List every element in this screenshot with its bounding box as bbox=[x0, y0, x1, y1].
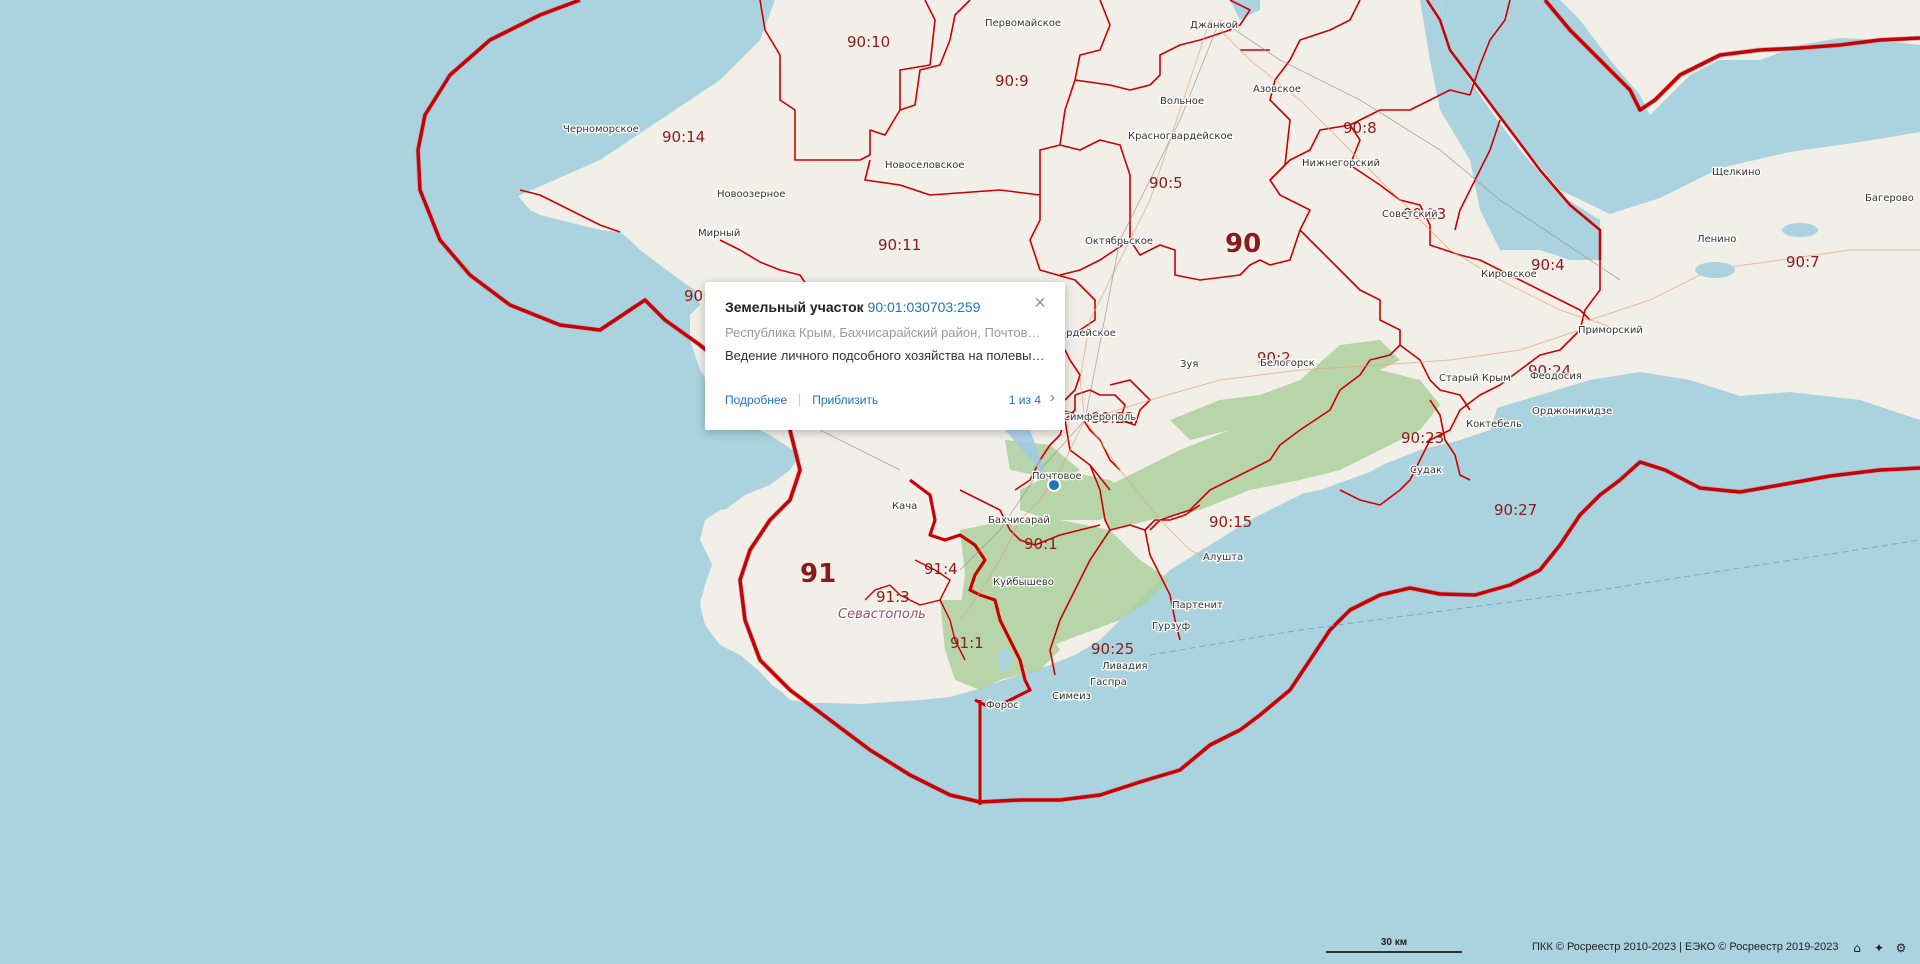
place-label: Красногвардейское bbox=[1128, 131, 1233, 142]
place-label: Алушта bbox=[1203, 552, 1243, 563]
place-label: Новоозерное bbox=[717, 189, 785, 200]
region-label: 90:8 bbox=[1343, 119, 1377, 137]
region-label: 91:1 bbox=[950, 634, 984, 652]
place-label: Белогорск bbox=[1260, 358, 1315, 369]
star-icon[interactable]: ✦ bbox=[1871, 940, 1887, 956]
place-label: Щелкино bbox=[1712, 167, 1761, 178]
place-label: Бахчисарай bbox=[988, 515, 1050, 526]
region-label: 90:14 bbox=[662, 128, 705, 146]
maritime-line bbox=[1149, 539, 1920, 656]
place-label: Новоселовское bbox=[885, 160, 965, 171]
place-label: Коктебель bbox=[1466, 419, 1522, 430]
popup-actions: Подробнее Приблизить bbox=[725, 393, 878, 407]
place-label: Мирный bbox=[698, 228, 740, 239]
region-label: 90:23 bbox=[1401, 429, 1444, 447]
region-label: 91 bbox=[800, 559, 836, 589]
place-label: Кача bbox=[892, 501, 917, 512]
region-label: 91:4 bbox=[924, 560, 958, 578]
region-label: 90:25 bbox=[1091, 640, 1134, 658]
region-label: 90:1 bbox=[1024, 535, 1058, 553]
place-label: Орджоникидзе bbox=[1532, 406, 1612, 417]
place-label: Куйбышево bbox=[993, 577, 1054, 588]
result-pager: 1 из 4 bbox=[1008, 393, 1041, 407]
region-label: 91:3 bbox=[876, 588, 910, 606]
place-label: Нижнегорский bbox=[1302, 158, 1380, 169]
parcel-type-label: Земельный участок bbox=[725, 299, 864, 315]
place-label: Джанкой bbox=[1190, 20, 1238, 31]
map-canvas[interactable]: 90 91 90:10 90:9 90:14 90:8 90:5 90:13 9… bbox=[0, 0, 1920, 964]
region-label: 90:15 bbox=[1209, 513, 1252, 531]
place-label: Судак bbox=[1410, 465, 1442, 476]
divider bbox=[799, 393, 801, 407]
place-label: Октябрьское bbox=[1085, 236, 1153, 247]
place-label: Симферополь bbox=[1063, 412, 1136, 423]
place-label: Азовское bbox=[1253, 84, 1301, 95]
chevron-right-icon[interactable]: › bbox=[1050, 389, 1055, 407]
place-label: Гурзуф bbox=[1152, 621, 1190, 632]
gear-icon[interactable]: ⚙ bbox=[1893, 940, 1909, 956]
place-label: Гаспра bbox=[1090, 677, 1127, 688]
zoom-to-link[interactable]: Приблизить bbox=[812, 393, 878, 407]
region-label: 90:7 bbox=[1786, 253, 1820, 271]
region-label: 90:27 bbox=[1494, 501, 1537, 519]
place-label: Черноморское bbox=[563, 124, 639, 135]
close-icon[interactable]: × bbox=[1031, 293, 1049, 313]
popup-title: Земельный участок 90:01:030703:259 bbox=[725, 299, 980, 315]
place-label: Севастополь bbox=[838, 607, 926, 622]
details-link[interactable]: Подробнее bbox=[725, 393, 787, 407]
place-label: Партенит bbox=[1172, 600, 1223, 611]
place-label: Форос bbox=[986, 700, 1019, 711]
region-label: 90:10 bbox=[847, 33, 890, 51]
region-label: 90:9 bbox=[995, 72, 1029, 90]
region-label: 90 bbox=[1225, 229, 1261, 259]
place-label: Багерово bbox=[1865, 193, 1914, 204]
place-label: Симеиз bbox=[1052, 691, 1091, 702]
place-label: Ленино bbox=[1697, 234, 1736, 245]
scale-bar: 30 км bbox=[1326, 937, 1462, 953]
place-label: Старый Крым bbox=[1439, 373, 1511, 384]
place-label: Ливадия bbox=[1102, 661, 1147, 672]
cadastral-number-link[interactable]: 90:01:030703:259 bbox=[868, 299, 981, 315]
place-label: Приморский bbox=[1578, 325, 1643, 336]
place-label: Кировское bbox=[1481, 269, 1537, 280]
parcel-address: Республика Крым, Бахчисарайский район, П… bbox=[725, 325, 1045, 340]
place-label: Первомайское bbox=[985, 18, 1061, 29]
place-label: Зуя bbox=[1180, 359, 1198, 370]
region-label: 90:5 bbox=[1149, 174, 1183, 192]
place-label: Феодосия bbox=[1530, 371, 1582, 382]
attribution: ПКК © Росреестр 2010-2023 | ЕЭКО © Росре… bbox=[1532, 941, 1839, 953]
parcel-popup: Земельный участок 90:01:030703:259 × Рес… bbox=[705, 282, 1065, 430]
place-label: Вольное bbox=[1160, 96, 1204, 107]
home-icon[interactable]: ⌂ bbox=[1849, 940, 1865, 956]
place-label: Почтовое bbox=[1032, 471, 1082, 482]
place-label: Советский bbox=[1382, 209, 1438, 220]
region-label: 90:11 bbox=[878, 236, 921, 254]
kerch-north-land bbox=[1440, 0, 1920, 115]
parcel-permitted-use: Ведение личного подсобного хозяйства на … bbox=[725, 348, 1045, 363]
